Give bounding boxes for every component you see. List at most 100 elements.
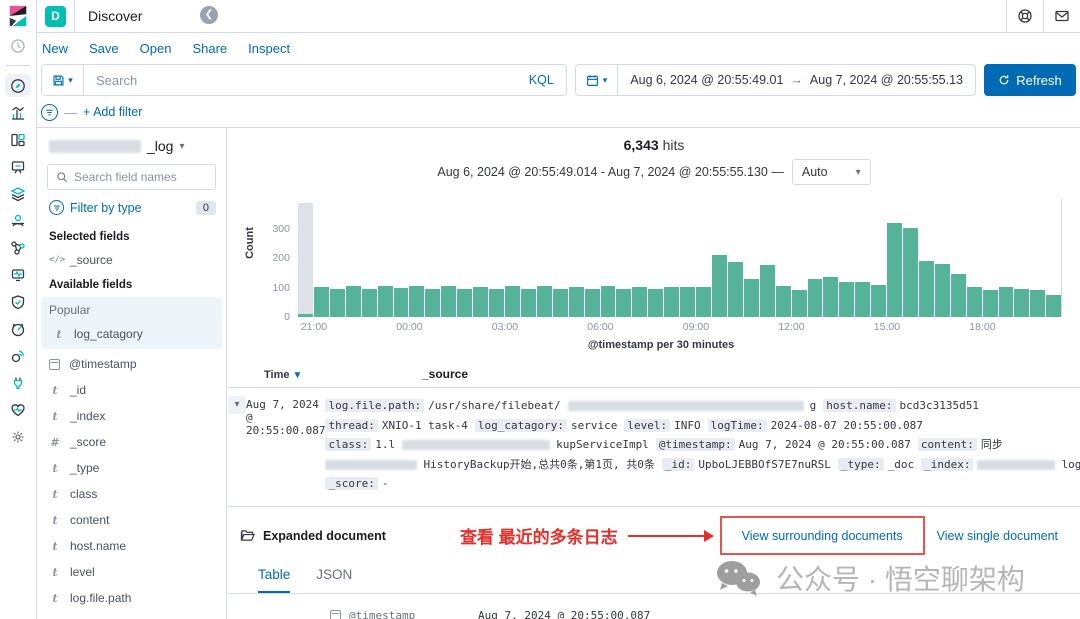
view-surrounding-documents-link[interactable]: View surrounding documents <box>742 529 903 543</box>
field-item-class[interactable]: t class <box>37 481 226 507</box>
collapse-sidebar-button[interactable]: ❮ <box>200 6 218 24</box>
time-column-header[interactable]: Time ▼ <box>264 367 422 381</box>
histogram-bar[interactable] <box>361 289 377 317</box>
tab-table[interactable]: Table <box>258 567 291 593</box>
add-filter-button[interactable]: + Add filter <box>83 105 142 119</box>
histogram-bar[interactable] <box>552 289 568 317</box>
histogram-bar[interactable] <box>903 228 918 317</box>
histogram-bar[interactable] <box>680 287 696 317</box>
histogram-bar[interactable] <box>807 279 823 317</box>
histogram-bar[interactable] <box>600 286 616 317</box>
saved-query-button[interactable]: ▾ <box>42 65 84 95</box>
histogram-bar[interactable] <box>1046 295 1062 317</box>
menu-item-open[interactable]: Open <box>140 41 172 56</box>
tab-json[interactable]: JSON <box>316 567 352 593</box>
field-item-level[interactable]: t level <box>37 559 226 585</box>
kql-button[interactable]: KQL <box>517 65 566 95</box>
nav-graph-icon[interactable] <box>0 234 36 261</box>
field-search-input[interactable] <box>74 170 207 184</box>
histogram-bar[interactable] <box>966 287 982 317</box>
histogram-bar[interactable] <box>329 289 345 317</box>
filter-by-type-button[interactable]: Filter by type <box>70 201 142 215</box>
histogram-bar[interactable] <box>775 286 791 317</box>
menu-item-inspect[interactable]: Inspect <box>248 41 290 56</box>
field-item-_score[interactable]: # _score <box>37 429 226 455</box>
histogram-bar[interactable] <box>664 287 680 317</box>
help-icon[interactable] <box>1006 0 1043 32</box>
histogram-bar[interactable] <box>839 282 855 317</box>
nav-management-icon[interactable] <box>0 423 36 450</box>
field-item-@timestamp[interactable]: @timestamp <box>37 351 226 377</box>
time-range-end[interactable]: Aug 7, 2024 @ 20:55:55.13 <box>810 73 963 87</box>
histogram-bar[interactable] <box>727 262 743 317</box>
histogram-bar[interactable] <box>934 264 950 317</box>
histogram-bar[interactable] <box>345 286 361 317</box>
field-item-log.flags[interactable]: tlog.flags <box>37 611 226 619</box>
histogram-bar[interactable] <box>536 286 552 317</box>
nav-siem-icon[interactable] <box>0 288 36 315</box>
refresh-button[interactable]: Refresh <box>984 64 1076 96</box>
field-item-content[interactable]: t content <box>37 507 226 533</box>
histogram-bar[interactable] <box>823 277 839 317</box>
nav-discover-icon[interactable] <box>0 72 36 99</box>
nav-dev-tools-icon[interactable] <box>0 369 36 396</box>
sort-desc-icon[interactable]: ▼ <box>293 370 303 381</box>
recently-viewed-icon[interactable] <box>0 32 36 59</box>
nav-maps-icon[interactable] <box>0 180 36 207</box>
histogram-bar[interactable] <box>950 274 966 317</box>
time-range-start[interactable]: Aug 6, 2024 @ 20:55:49.01 <box>630 73 783 87</box>
document-row[interactable]: ▾ Aug 7, 2024 @ 20:55:00.087 log.file.pa… <box>228 388 1080 500</box>
nav-visualize-icon[interactable] <box>0 99 36 126</box>
histogram-bar[interactable] <box>759 265 775 317</box>
histogram-bar[interactable] <box>918 261 934 317</box>
time-range[interactable]: Aug 6, 2024 @ 20:55:49.01 → Aug 7, 2024 … <box>618 65 975 95</box>
nav-apm-icon[interactable] <box>0 342 36 369</box>
field-item-log.file.path[interactable]: t log.file.path <box>37 585 226 611</box>
histogram-bar[interactable] <box>1014 289 1030 317</box>
menu-item-share[interactable]: Share <box>192 41 227 56</box>
histogram-bar[interactable] <box>791 290 807 317</box>
histogram-bar[interactable] <box>1030 290 1046 317</box>
kibana-logo[interactable] <box>0 0 36 32</box>
field-item-_type[interactable]: t _type <box>37 455 226 481</box>
nav-dashboard-icon[interactable] <box>0 126 36 153</box>
histogram-bar[interactable] <box>871 285 887 317</box>
menu-item-save[interactable]: Save <box>89 41 119 56</box>
search-input[interactable] <box>84 65 517 95</box>
histogram-bar[interactable] <box>441 286 457 317</box>
expand-row-button[interactable]: ▾ <box>228 396 246 414</box>
newsfeed-icon[interactable] <box>1043 0 1080 32</box>
nav-metrics-icon[interactable] <box>0 315 36 342</box>
histogram-bar[interactable] <box>425 289 441 317</box>
histogram-bar[interactable] <box>457 289 473 317</box>
histogram-bar[interactable] <box>393 288 409 317</box>
histogram-bar[interactable] <box>473 287 489 317</box>
histogram-bar[interactable] <box>616 289 632 317</box>
nav-monitoring-icon[interactable] <box>0 396 36 423</box>
nav-machine-learning-icon[interactable] <box>0 207 36 234</box>
field-item-_index[interactable]: t _index <box>37 403 226 429</box>
histogram-bar[interactable] <box>696 287 711 317</box>
histogram-bar-partial[interactable] <box>298 203 313 317</box>
histogram-bar[interactable] <box>504 286 520 317</box>
menu-item-new[interactable]: New <box>42 41 68 56</box>
histogram-bar[interactable] <box>568 287 584 317</box>
histogram-bar[interactable] <box>855 282 871 317</box>
view-single-document-link[interactable]: View single document <box>937 529 1058 543</box>
histogram-bar[interactable] <box>489 289 504 317</box>
field-item-_id[interactable]: t _id <box>37 377 226 403</box>
histogram-bar[interactable] <box>520 289 536 317</box>
histogram-bar[interactable] <box>711 255 727 317</box>
field-item-_source[interactable]: </> _source <box>37 247 226 273</box>
histogram-bar[interactable] <box>377 286 393 317</box>
field-item-log_catagory[interactable]: t log_catagory <box>41 321 222 347</box>
index-pattern-selector[interactable]: _log ▾ <box>37 134 226 162</box>
histogram-bar[interactable] <box>982 290 998 317</box>
interval-select[interactable]: Auto ▾ <box>791 159 871 185</box>
calendar-button[interactable]: ▾ <box>576 65 619 95</box>
histogram-bar[interactable] <box>632 287 648 317</box>
filter-icon[interactable] <box>41 103 58 121</box>
histogram-bar[interactable] <box>313 287 329 317</box>
histogram-bar[interactable] <box>743 279 759 317</box>
histogram-bar[interactable] <box>409 286 425 317</box>
